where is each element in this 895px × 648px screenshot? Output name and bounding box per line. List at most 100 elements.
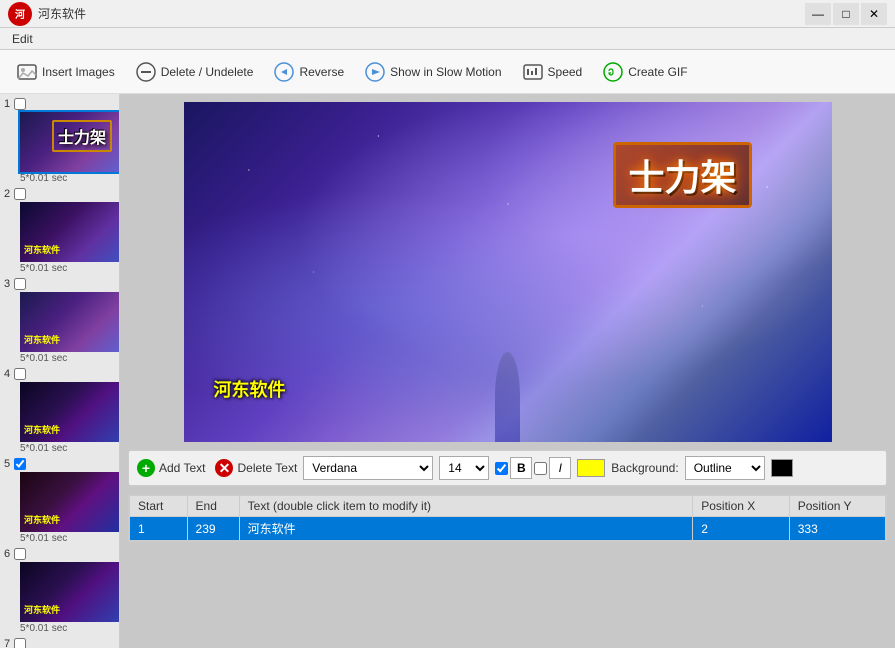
reverse-label: Reverse	[299, 65, 344, 79]
filmstrip-time-1: 5*0.01 sec	[20, 173, 67, 184]
col-end: End	[187, 496, 239, 517]
create-gif-button[interactable]: Create GIF	[594, 57, 695, 87]
main-layout: 1士力架5*0.01 sec2河东软件5*0.01 sec3河东软件5*0.01…	[0, 94, 895, 648]
filmstrip-item-4[interactable]: 4河东软件5*0.01 sec	[4, 368, 115, 454]
canvas-subtitle-text: 河东软件	[214, 376, 286, 402]
filmstrip-checkbox-6[interactable]	[14, 548, 26, 560]
text-color-swatch[interactable]	[577, 459, 605, 477]
reverse-icon	[273, 61, 295, 83]
filmstrip-thumb-4[interactable]: 河东软件	[20, 382, 120, 442]
filmstrip-header-1: 1	[4, 98, 115, 110]
filmstrip-item-6[interactable]: 6河东软件5*0.01 sec	[4, 548, 115, 634]
filmstrip-checkbox-7[interactable]	[14, 638, 26, 648]
bold-checkbox[interactable]	[495, 462, 508, 475]
filmstrip-header-7: 7	[4, 638, 115, 648]
filmstrip-checkbox-5[interactable]	[14, 458, 26, 470]
filmstrip-header-6: 6	[4, 548, 115, 560]
delete-undelete-label: Delete / Undelete	[161, 65, 254, 79]
filmstrip-thumb-5[interactable]: 河东软件	[20, 472, 120, 532]
insert-images-label: Insert Images	[42, 65, 115, 79]
delete-text-button[interactable]: ✕ Delete Text	[215, 459, 297, 477]
create-gif-label: Create GIF	[628, 65, 687, 79]
filmstrip-item-5[interactable]: 5河东软件5*0.01 sec	[4, 458, 115, 544]
reverse-button[interactable]: Reverse	[265, 57, 352, 87]
table-cell-text: 河东软件	[239, 517, 693, 541]
table-cell-pos_x: 2	[693, 517, 790, 541]
menu-bar: Edit	[0, 28, 895, 50]
table-cell-pos_y: 333	[789, 517, 885, 541]
size-select[interactable]: 8101214161820242832	[439, 456, 489, 480]
col-start: Start	[130, 496, 188, 517]
filmstrip-item-1[interactable]: 1士力架5*0.01 sec	[4, 98, 115, 184]
italic-button[interactable]: I	[549, 457, 571, 479]
italic-checkbox[interactable]	[534, 462, 547, 475]
col-pos-y: Position Y	[789, 496, 885, 517]
filmstrip-thumb-1[interactable]: 士力架	[20, 112, 120, 172]
background-label: Background:	[611, 461, 678, 475]
filmstrip-item-7[interactable]: 7河东软件5*0.01 sec	[4, 638, 115, 648]
insert-images-button[interactable]: Insert Images	[8, 57, 123, 87]
table-cell-start: 1	[130, 517, 188, 541]
canvas-title-text: 士力架	[613, 142, 751, 208]
filmstrip-thumb-2[interactable]: 河东软件	[20, 202, 120, 262]
minimize-button[interactable]: —	[805, 3, 831, 25]
background-select[interactable]: NoneOutlineShadowBox	[685, 456, 765, 480]
add-text-button[interactable]: + Add Text	[137, 459, 205, 477]
filmstrip-item-2[interactable]: 2河东软件5*0.01 sec	[4, 188, 115, 274]
filmstrip-header-5: 5	[4, 458, 115, 470]
filmstrip-thumb-3[interactable]: 河东软件	[20, 292, 120, 352]
toolbar: Insert Images Delete / Undelete Reverse …	[0, 50, 895, 94]
filmstrip-header-2: 2	[4, 188, 115, 200]
filmstrip-num-7: 7	[4, 638, 10, 648]
text-table-container: Start End Text (double click item to mod…	[128, 494, 887, 542]
main-canvas: 士力架 河东软件	[184, 102, 832, 442]
delete-icon	[135, 61, 157, 83]
bold-button[interactable]: B	[510, 457, 532, 479]
table-row[interactable]: 1239河东软件2333	[130, 517, 886, 541]
filmstrip-num-5: 5	[4, 458, 10, 470]
filmstrip-time-6: 5*0.01 sec	[20, 623, 67, 634]
text-table: Start End Text (double click item to mod…	[129, 495, 886, 541]
filmstrip-header-3: 3	[4, 278, 115, 290]
table-cell-end: 239	[187, 517, 239, 541]
add-icon: +	[137, 459, 155, 477]
filmstrip-num-1: 1	[4, 98, 10, 110]
filmstrip-item-3[interactable]: 3河东软件5*0.01 sec	[4, 278, 115, 364]
close-button[interactable]: ✕	[861, 3, 887, 25]
speed-button[interactable]: Speed	[514, 57, 591, 87]
col-pos-x: Position X	[693, 496, 790, 517]
filmstrip-num-3: 3	[4, 278, 10, 290]
maximize-button[interactable]: □	[833, 3, 859, 25]
filmstrip-thumb-6[interactable]: 河东软件	[20, 562, 120, 622]
window-controls: — □ ✕	[805, 3, 887, 25]
format-group: B I	[495, 457, 571, 479]
filmstrip-checkbox-2[interactable]	[14, 188, 26, 200]
filmstrip-checkbox-1[interactable]	[14, 98, 26, 110]
filmstrip-time-2: 5*0.01 sec	[20, 263, 67, 274]
delete-text-icon: ✕	[215, 459, 233, 477]
delete-text-label: Delete Text	[237, 461, 297, 475]
slow-motion-button[interactable]: Show in Slow Motion	[356, 57, 509, 87]
filmstrip-num-2: 2	[4, 188, 10, 200]
filmstrip-num-6: 6	[4, 548, 10, 560]
filmstrip[interactable]: 1士力架5*0.01 sec2河东软件5*0.01 sec3河东软件5*0.01…	[0, 94, 120, 648]
window-title: 河东软件	[38, 5, 86, 22]
speed-icon	[522, 61, 544, 83]
outline-color-swatch[interactable]	[771, 459, 793, 477]
filmstrip-num-4: 4	[4, 368, 10, 380]
filmstrip-header-4: 4	[4, 368, 115, 380]
canvas-area: 士力架 河东软件 + Add Text ✕ Delete Text Verdan…	[120, 94, 895, 648]
image-icon	[16, 61, 38, 83]
delete-undelete-button[interactable]: Delete / Undelete	[127, 57, 262, 87]
canvas-figure	[495, 352, 520, 442]
title-bar: 河 河东软件 — □ ✕	[0, 0, 895, 28]
table-header-row: Start End Text (double click item to mod…	[130, 496, 886, 517]
filmstrip-time-5: 5*0.01 sec	[20, 533, 67, 544]
menu-edit[interactable]: Edit	[4, 30, 41, 48]
filmstrip-checkbox-3[interactable]	[14, 278, 26, 290]
gif-icon	[602, 61, 624, 83]
filmstrip-time-4: 5*0.01 sec	[20, 443, 67, 454]
title-bar-left: 河 河东软件	[8, 2, 86, 26]
font-select[interactable]: VerdanaArialTimes New RomanCourier New	[303, 456, 433, 480]
filmstrip-checkbox-4[interactable]	[14, 368, 26, 380]
